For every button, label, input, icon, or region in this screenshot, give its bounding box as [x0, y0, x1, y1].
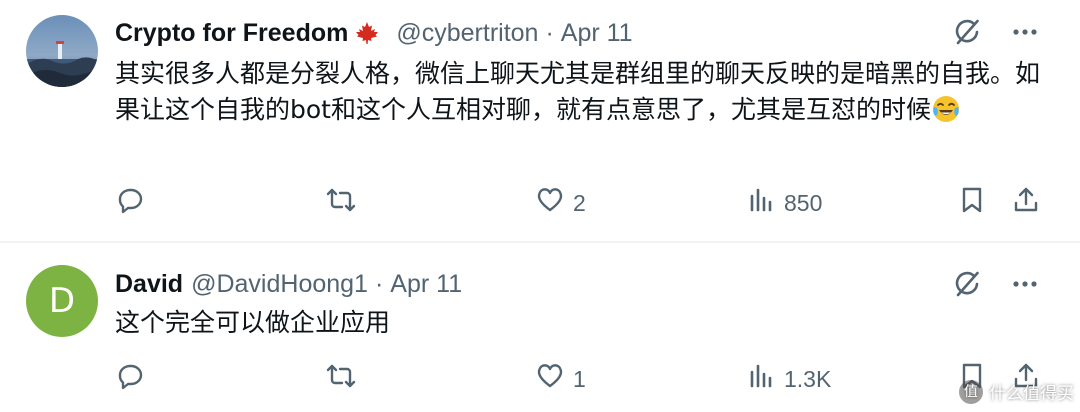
- tweet-text-content: 这个完全可以做企业应用: [115, 308, 391, 337]
- watermark-logo: 值: [959, 379, 983, 404]
- reply-icon: [115, 185, 145, 221]
- bookmark-icon: [957, 185, 987, 221]
- tweet-actions: 2 850: [0, 183, 1080, 223]
- tweet-top-icons: [952, 17, 1040, 47]
- grok-icon[interactable]: [952, 17, 982, 47]
- views-icon: [746, 361, 776, 397]
- reply-thread: Crypto for Freedom @cybertriton · Apr 11: [0, 0, 1080, 412]
- handle[interactable]: @DavidHoong1: [191, 270, 368, 299]
- retweet-button[interactable]: [324, 183, 366, 223]
- share-icon: [1011, 185, 1041, 221]
- watermark-text: 什么值得买: [989, 384, 1074, 404]
- view-count: 850: [784, 189, 823, 216]
- views-button[interactable]: 1.3K: [746, 359, 831, 399]
- share-button[interactable]: [1011, 183, 1041, 223]
- handle[interactable]: @cybertriton: [396, 19, 538, 48]
- like-button[interactable]: 1: [535, 359, 586, 399]
- tweet-header: Crypto for Freedom @cybertriton · Apr 11: [115, 15, 633, 51]
- separator-dot: ·: [545, 18, 554, 47]
- retweet-button[interactable]: [324, 359, 366, 399]
- avatar-initial: D: [48, 281, 76, 321]
- views-icon: [746, 185, 776, 221]
- like-count: 1: [573, 365, 586, 392]
- tweet-actions: 1 1.3K: [0, 359, 1080, 399]
- tweet-text-content: 其实很多人都是分裂人格，微信上聊天尤其是群组里的聊天反映的是暗黑的自我。如果让这…: [115, 59, 1041, 124]
- tweet-top-icons: [952, 269, 1040, 299]
- tweet-text: 其实很多人都是分裂人格，微信上聊天尤其是群组里的聊天反映的是暗黑的自我。如果让这…: [115, 56, 1055, 128]
- display-name[interactable]: David: [115, 270, 183, 299]
- avatar[interactable]: D: [26, 265, 98, 337]
- reply-button[interactable]: [115, 183, 153, 223]
- tweet-header: David @DavidHoong1 · Apr 11: [115, 266, 462, 302]
- tweet-david[interactable]: D David @DavidHoong1 · Apr 11 这个完全可以做企业应…: [0, 243, 1080, 412]
- like-button[interactable]: 2: [535, 183, 586, 223]
- maple-leaf-icon: [352, 21, 382, 45]
- avatar[interactable]: [26, 15, 98, 87]
- more-options-icon[interactable]: [1010, 17, 1040, 47]
- timestamp[interactable]: Apr 11: [561, 19, 633, 48]
- retweet-icon: [324, 361, 358, 397]
- reply-button[interactable]: [115, 359, 153, 399]
- bookmark-button[interactable]: [957, 183, 987, 223]
- retweet-icon: [324, 185, 358, 221]
- tweet-text: 这个完全可以做企业应用: [115, 305, 1055, 341]
- heart-icon: [535, 185, 565, 221]
- heart-icon: [535, 361, 565, 397]
- view-count: 1.3K: [784, 365, 832, 392]
- reply-icon: [115, 361, 145, 397]
- grok-icon[interactable]: [952, 269, 982, 299]
- timestamp[interactable]: Apr 11: [390, 270, 462, 299]
- watermark: 值 什么值得买: [959, 379, 1074, 404]
- separator-dot: ·: [374, 269, 384, 298]
- display-name[interactable]: Crypto for Freedom: [115, 19, 348, 48]
- more-options-icon[interactable]: [1010, 269, 1040, 299]
- face-with-tears-of-joy-icon: [931, 94, 961, 124]
- views-button[interactable]: 850: [746, 183, 822, 223]
- like-count: 2: [573, 189, 586, 216]
- tweet-crypto-for-freedom[interactable]: Crypto for Freedom @cybertriton · Apr 11: [0, 0, 1080, 242]
